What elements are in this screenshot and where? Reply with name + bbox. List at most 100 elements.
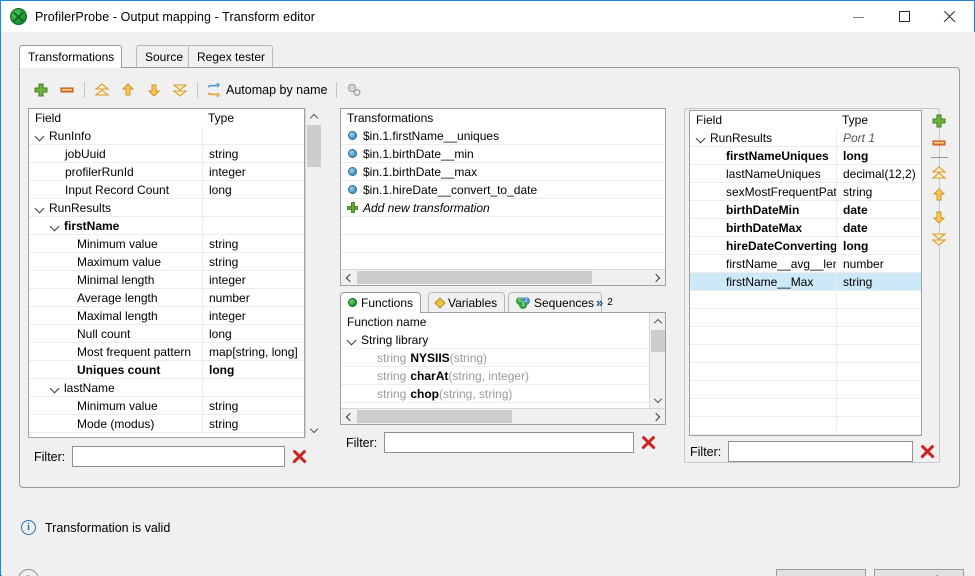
table-row[interactable]: lastName [29,379,304,397]
functions-hscrollbar[interactable] [341,408,665,424]
cancel-button[interactable]: Cancel [874,569,964,576]
tab-variables[interactable]: Variables [428,292,505,313]
chevron-down-icon[interactable] [347,334,358,345]
chevron-down-icon[interactable] [696,132,707,143]
table-row[interactable]: firstName [29,217,304,235]
right-filter-clear-icon[interactable] [920,444,935,459]
move-to-top-icon [931,165,947,181]
output-field-tree[interactable]: Field Type RunResultsPort 1firstNameUniq… [689,110,922,436]
table-row[interactable]: firstNameUniqueslong [690,147,921,165]
add-icon [347,202,358,213]
table-row[interactable]: profilerRunIdinteger [29,163,304,181]
table-row[interactable]: Minimal lengthinteger [29,271,304,289]
chevron-down-icon[interactable] [50,220,61,231]
left-filter-input[interactable] [72,446,285,467]
table-row[interactable]: Null countlong [29,325,304,343]
table-row[interactable]: sexMostFrequentPatternstring [690,183,921,201]
chevron-down-icon[interactable] [35,202,46,213]
function-row[interactable]: stringcharAt(string, integer) [341,367,665,385]
tab-overflow[interactable]: » 2 [592,292,620,313]
functions-vscrollbar[interactable] [649,313,665,408]
move-up-button[interactable] [115,78,141,102]
table-row[interactable]: jobUuidstring [29,145,304,163]
table-row[interactable]: RunResults [29,199,304,217]
table-row[interactable]: Average lengthnumber [29,289,304,307]
scroll-down-button[interactable] [306,422,322,438]
left-tree-vscrollbar[interactable] [305,108,321,438]
transformations-hscrollbar[interactable] [341,269,665,285]
right-filter-input[interactable] [728,441,913,462]
help-button[interactable]: ? [18,569,39,576]
output-remove-button[interactable] [924,132,954,154]
table-row[interactable]: birthDateMindate [690,201,921,219]
chevron-down-icon[interactable] [35,130,46,141]
maximize-button[interactable] [882,1,927,31]
scroll-up-button[interactable] [306,108,322,124]
table-row[interactable]: firstName__avg__lengthnumber [690,255,921,273]
settings-button[interactable] [341,78,367,102]
table-row[interactable]: RunInfo [29,127,304,145]
profiler-probe-icon [10,8,27,25]
table-row[interactable]: Minimum valuestring [29,397,304,415]
transformations-list[interactable]: Transformations $in.1.firstName__uniques… [340,108,666,286]
function-row[interactable]: stringchop(string, string) [341,385,665,403]
scroll-right-button[interactable] [649,409,665,424]
input-field-tree[interactable]: Field Type RunInfojobUuidstringprofilerR… [28,108,305,438]
table-row[interactable]: Input Record Countlong [29,181,304,199]
table-row[interactable]: Mode (modus)string [29,415,304,433]
transformation-item[interactable]: $in.1.firstName__uniques [341,127,665,145]
function-group-row[interactable]: String library [341,331,665,349]
output-move-down-button[interactable] [924,206,954,228]
table-row[interactable]: Maximum valuestring [29,253,304,271]
table-row[interactable]: Most frequent patternmap[string, long] [29,343,304,361]
scroll-left-button[interactable] [341,409,357,424]
ok-button[interactable]: OK [776,569,866,576]
table-row[interactable]: firstName__Maxstring [690,273,921,291]
move-to-top-button[interactable] [89,78,115,102]
scroll-down-button[interactable] [650,392,666,408]
move-to-bottom-button[interactable] [167,78,193,102]
hscroll-thumb[interactable] [357,410,512,423]
scroll-right-button[interactable] [649,270,665,285]
automap-by-name-button[interactable]: Automap by name [202,78,332,102]
left-filter-clear-icon[interactable] [292,449,307,464]
add-button[interactable] [28,78,54,102]
table-row[interactable]: birthDateMaxdate [690,219,921,237]
transformation-item[interactable]: $in.1.hireDate__convert_to_date [341,181,665,199]
table-row[interactable]: Minimum valuestring [29,235,304,253]
tab-sequences[interactable]: 0 2 3 Sequences [508,292,602,313]
table-row[interactable]: RunResultsPort 1 [690,129,921,147]
functions-filter-input[interactable] [384,432,634,453]
output-move-up-button[interactable] [924,184,954,206]
scroll-up-button[interactable] [650,313,666,329]
scroll-thumb[interactable] [651,330,665,352]
tab-source[interactable]: Source [136,45,191,68]
table-row[interactable]: hireDateConvertinglong [690,237,921,255]
transformation-item[interactable]: $in.1.birthDate__max [341,163,665,181]
function-library-tree[interactable]: Function name String library stringNYSII… [340,312,666,425]
tab-regex-tester[interactable]: Regex tester [188,45,273,68]
move-down-icon [146,82,162,98]
add-new-transformation-row[interactable]: Add new transformation [341,199,665,217]
title-bar: ProfilerProbe - Output mapping - Transfo… [1,1,974,32]
table-row[interactable]: lastNameUniquesdecimal(12,2) [690,165,921,183]
tab-transformations[interactable]: Transformations [19,45,122,68]
functions-filter-clear-icon[interactable] [641,435,656,450]
transformation-item[interactable]: $in.1.birthDate__min [341,145,665,163]
scroll-thumb[interactable] [307,125,321,167]
tab-functions[interactable]: Functions [340,292,421,313]
remove-button[interactable] [54,78,80,102]
minimize-button[interactable] [836,1,881,31]
table-row[interactable]: Maximal lengthinteger [29,307,304,325]
function-row[interactable]: stringNYSIIS(string) [341,349,665,367]
chevron-down-icon[interactable] [50,382,61,393]
close-button[interactable] [927,1,972,31]
table-row[interactable]: Uniques countlong [29,361,304,379]
move-down-button[interactable] [141,78,167,102]
chevron-down-icon [654,396,662,404]
hscroll-thumb[interactable] [357,271,592,284]
output-move-to-top-button[interactable] [924,162,954,184]
output-add-button[interactable] [924,110,954,132]
scroll-left-button[interactable] [341,270,357,285]
output-move-to-bottom-button[interactable] [924,228,954,250]
